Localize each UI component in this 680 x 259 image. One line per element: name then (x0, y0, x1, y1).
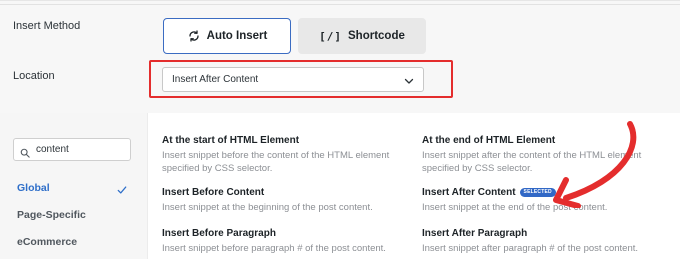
selected-badge: SELECTED (519, 188, 556, 197)
top-divider (0, 1, 680, 5)
option-insert-before-paragraph[interactable]: Insert Before Paragraph Insert snippet b… (162, 228, 414, 255)
location-label: Location (13, 70, 55, 82)
search-field[interactable] (13, 138, 131, 161)
option-insert-before-content[interactable]: Insert Before Content Insert snippet at … (162, 187, 414, 214)
auto-insert-label: Auto Insert (206, 30, 268, 42)
option-title: At the start of HTML Element (162, 135, 300, 146)
option-description: Insert snippet after paragraph # of the … (422, 243, 638, 254)
option-description: Insert snippet before paragraph # of the… (162, 243, 386, 254)
chevron-down-icon (403, 74, 415, 86)
search-icon (20, 145, 30, 158)
insert-method-label: Insert Method (13, 20, 81, 32)
option-insert-after-paragraph[interactable]: Insert After Paragraph Insert snippet af… (422, 228, 674, 255)
category-sidebar: Global Page-Specific eCommerce (0, 113, 148, 259)
option-title: Insert After Content (422, 187, 516, 198)
shortcode-label: Shortcode (348, 30, 405, 42)
option-title: Insert After Paragraph (422, 228, 528, 239)
sidebar-item-global[interactable]: Global (17, 182, 50, 194)
option-insert-after-content[interactable]: Insert After Content SELECTED Insert sni… (422, 187, 674, 214)
checkmark-icon (117, 182, 127, 194)
shortcode-icon: [/] (319, 29, 342, 43)
option-title: Insert Before Paragraph (162, 228, 276, 239)
option-title: Insert Before Content (162, 187, 265, 198)
option-description: Insert snippet at the end of the post co… (422, 202, 608, 213)
option-description: Insert snippet before the content of the… (162, 150, 390, 174)
option-start-of-html-element[interactable]: At the start of HTML Element Insert snip… (162, 135, 414, 175)
option-description: Insert snippet at the beginning of the p… (162, 202, 373, 213)
option-title: At the end of HTML Element (422, 135, 556, 146)
sidebar-item-page-specific[interactable]: Page-Specific (17, 209, 86, 221)
location-selected-value: Insert After Content (172, 74, 259, 85)
location-select[interactable]: Insert After Content (162, 67, 424, 92)
sidebar-item-ecommerce[interactable]: eCommerce (17, 236, 77, 248)
refresh-icon (187, 29, 201, 43)
shortcode-button[interactable]: [/] Shortcode (298, 18, 426, 54)
search-input[interactable] (36, 144, 126, 155)
option-description: Insert snippet after the content of the … (422, 150, 642, 174)
auto-insert-button[interactable]: Auto Insert (163, 18, 291, 54)
option-end-of-html-element[interactable]: At the end of HTML Element Insert snippe… (422, 135, 674, 175)
